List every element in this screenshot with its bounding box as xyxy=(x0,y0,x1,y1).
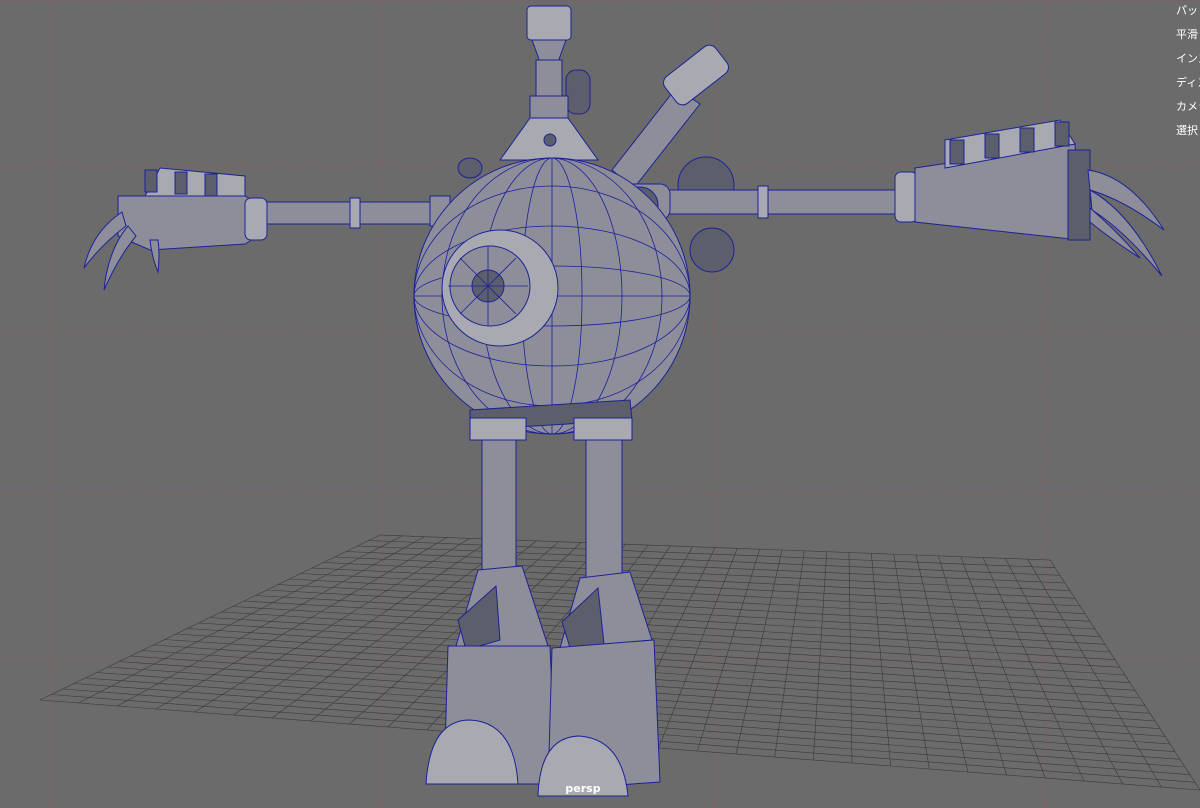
menu-item-panels[interactable]: パッ xyxy=(1176,0,1200,24)
grid-line xyxy=(774,550,805,758)
menu-item-display[interactable]: ディス xyxy=(1176,72,1200,96)
grid-line xyxy=(871,553,891,767)
panel-menu-bar: パッ 平滑 インス ディス カメラ 選択 xyxy=(1176,0,1200,144)
grid-line xyxy=(893,554,930,770)
grid-line xyxy=(175,633,1141,699)
grid-line xyxy=(198,622,1131,683)
robot-model[interactable] xyxy=(83,5,1165,797)
grid-line xyxy=(915,554,969,773)
menu-item-camera[interactable]: カメラ xyxy=(1176,96,1200,120)
scene-canvas[interactable] xyxy=(0,0,1200,808)
menu-item-smooth[interactable]: 平滑 xyxy=(1176,24,1200,48)
grid-line xyxy=(658,548,738,749)
grid-line xyxy=(1005,558,1123,785)
perspective-viewport[interactable]: パッ 平滑 インス ディス カメラ 選択 persp xyxy=(0,0,1200,808)
grid-line xyxy=(735,549,783,755)
menu-item-select[interactable]: 選択 xyxy=(1176,120,1200,144)
camera-name-label: persp xyxy=(565,782,601,795)
menu-item-instance[interactable]: インス xyxy=(1176,48,1200,72)
